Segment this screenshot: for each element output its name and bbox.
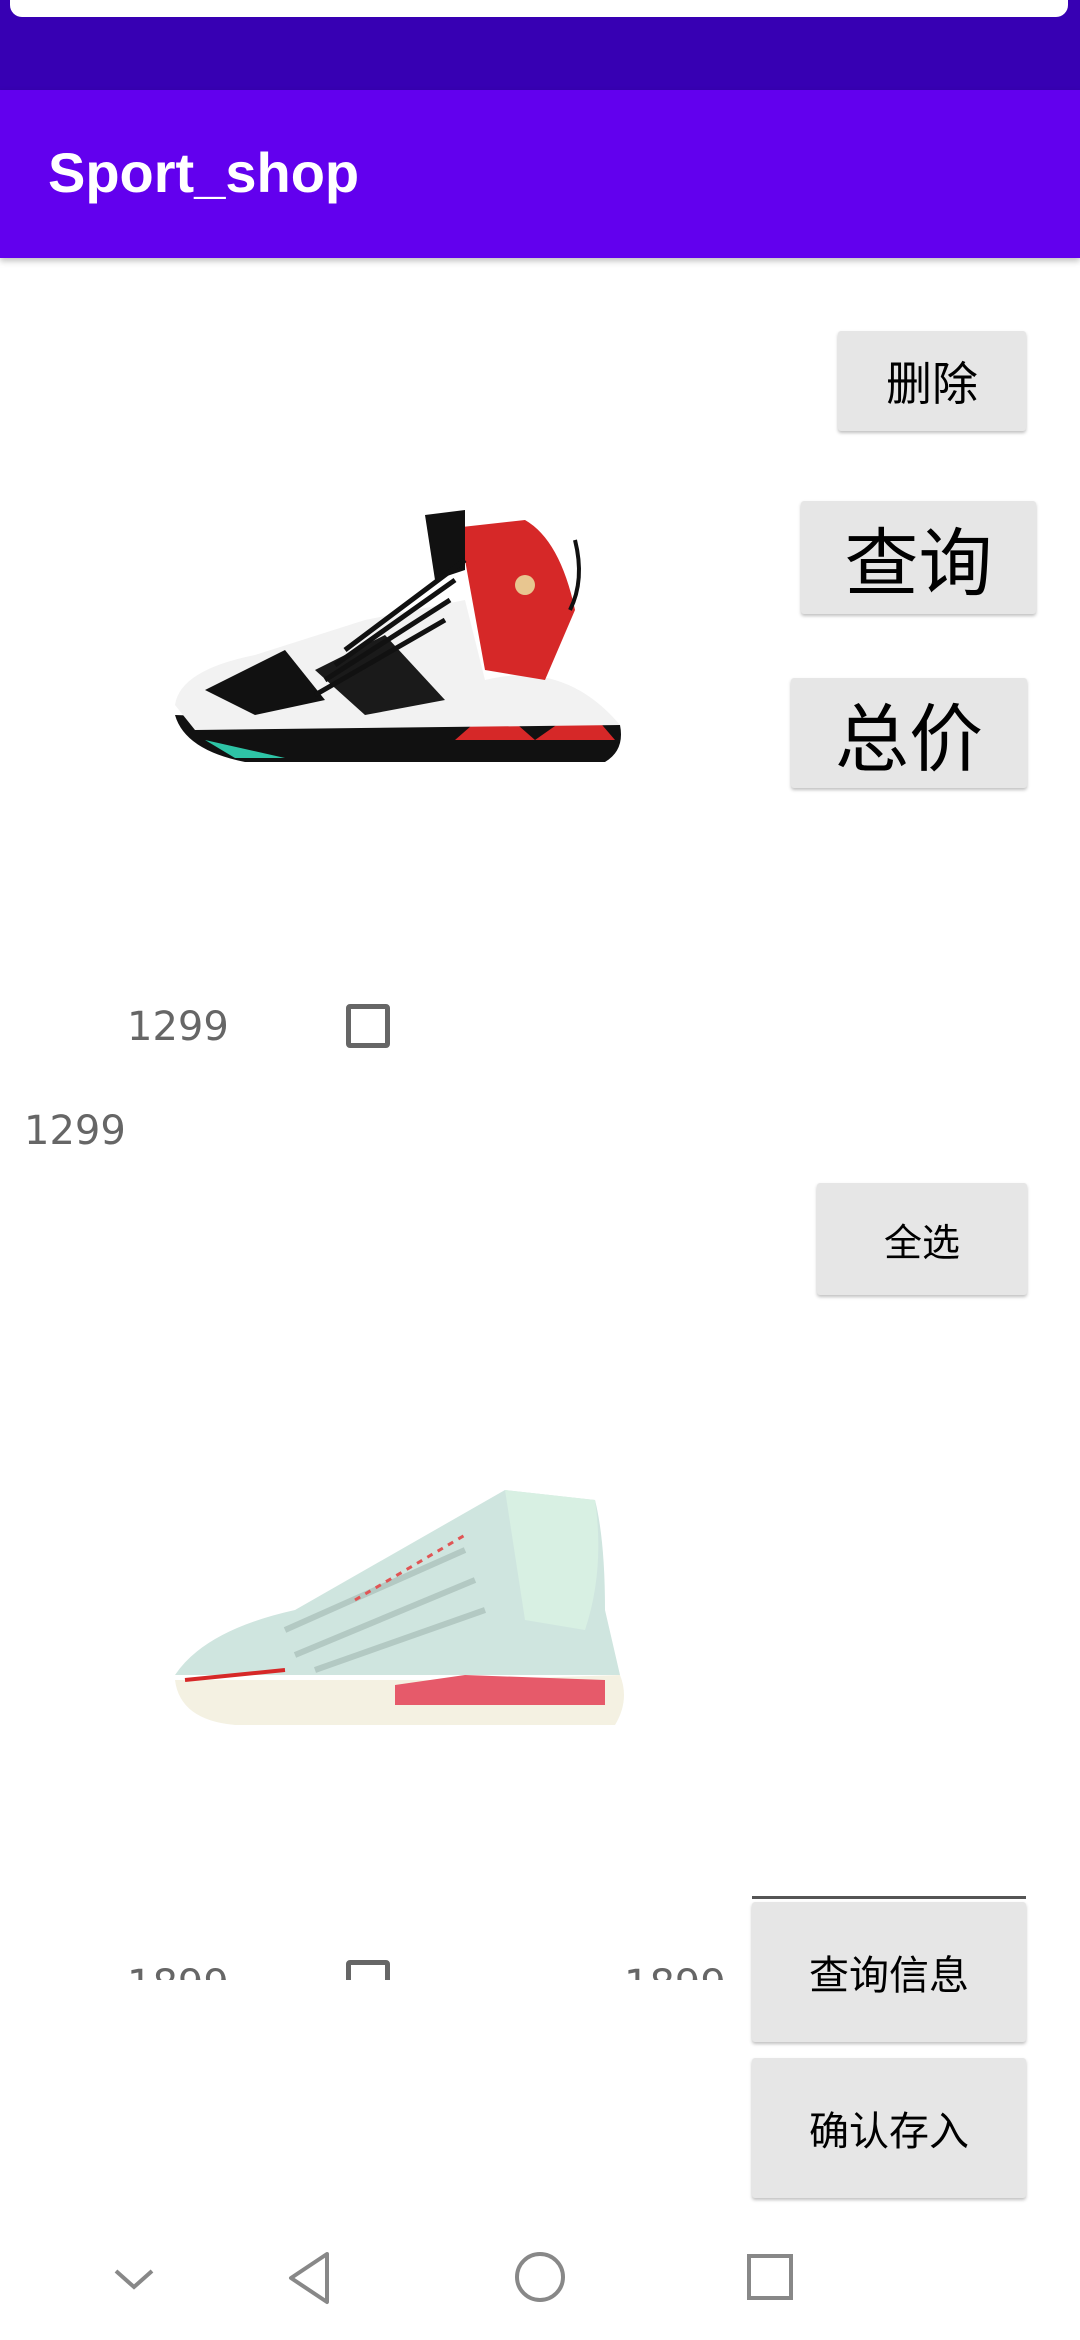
product-checkbox-2[interactable] bbox=[346, 1960, 390, 1980]
product-image-shoe-mint bbox=[175, 1490, 624, 1725]
select-all-button[interactable]: 全选 bbox=[817, 1183, 1027, 1295]
confirm-save-button[interactable]: 确认存入 bbox=[752, 2058, 1026, 2198]
product-image-shoe-red-black bbox=[175, 510, 621, 762]
product-price-1: 1299 bbox=[127, 1004, 229, 1050]
recents-icon[interactable] bbox=[745, 2252, 795, 2302]
back-icon[interactable] bbox=[285, 2250, 335, 2306]
status-bar-overlay bbox=[10, 0, 1068, 17]
system-nav-bar bbox=[0, 2210, 1080, 2340]
query-info-button[interactable]: 查询信息 bbox=[752, 1902, 1026, 2042]
app-title: Sport_shop bbox=[48, 141, 360, 204]
product-subtotal-2: 1899 bbox=[624, 1962, 726, 1980]
product-price-2: 1899 bbox=[127, 1962, 229, 1980]
chevron-down-icon[interactable] bbox=[112, 2265, 156, 2295]
status-bar bbox=[0, 0, 1080, 90]
total-price-display: 1299 bbox=[24, 1108, 126, 1154]
delete-button[interactable]: 删除 bbox=[838, 331, 1026, 431]
product-checkbox-1[interactable] bbox=[346, 1004, 390, 1048]
product-row-2: 1899 1899 bbox=[0, 1950, 740, 1980]
query-button[interactable]: 查询 bbox=[801, 501, 1036, 614]
home-icon[interactable] bbox=[513, 2250, 567, 2304]
total-price-button[interactable]: 总价 bbox=[791, 678, 1027, 788]
app-bar: Sport_shop bbox=[0, 90, 1080, 258]
divider bbox=[752, 1896, 1026, 1899]
